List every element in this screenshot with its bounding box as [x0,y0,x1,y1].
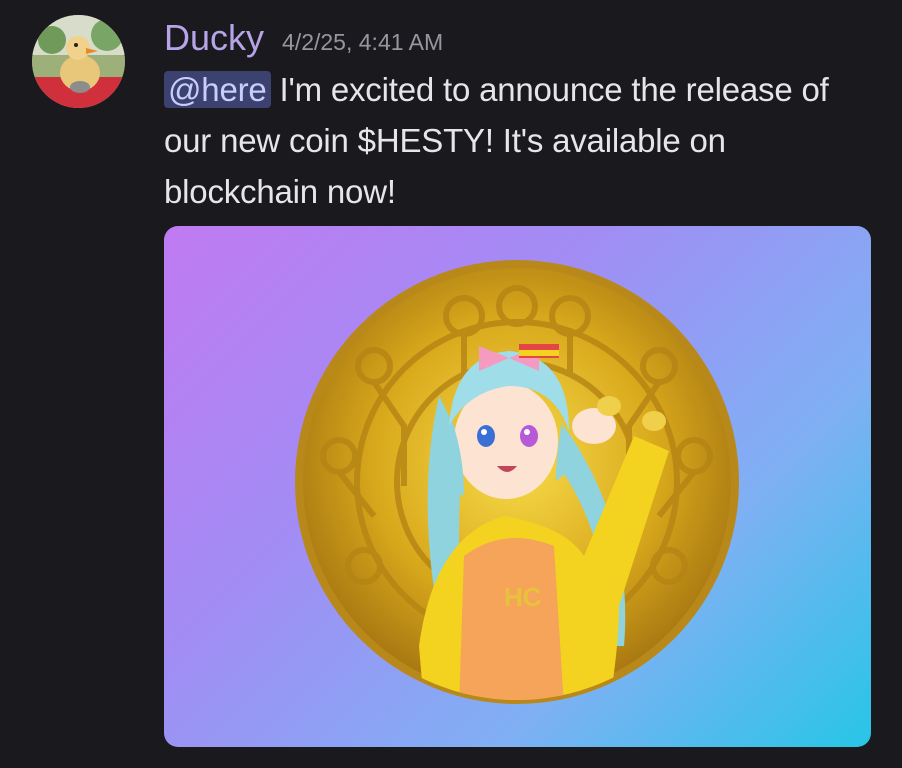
message-header: Ducky 4/2/25, 4:41 AM [164,14,443,62]
duck-avatar-icon [32,15,125,108]
message-timestamp: 4/2/25, 4:41 AM [282,29,444,55]
user-avatar[interactable] [32,15,125,108]
author-name[interactable]: Ducky [164,14,264,62]
message-content: @here I'm excited to announce the releas… [164,64,884,217]
image-attachment[interactable]: HC [164,226,871,747]
chat-message: Ducky 4/2/25, 4:41 AM @here I'm excited … [0,0,902,768]
coin-artwork-icon: HC [295,260,739,704]
here-mention[interactable]: @here [164,71,271,108]
hc-emblem: HC [504,582,542,612]
